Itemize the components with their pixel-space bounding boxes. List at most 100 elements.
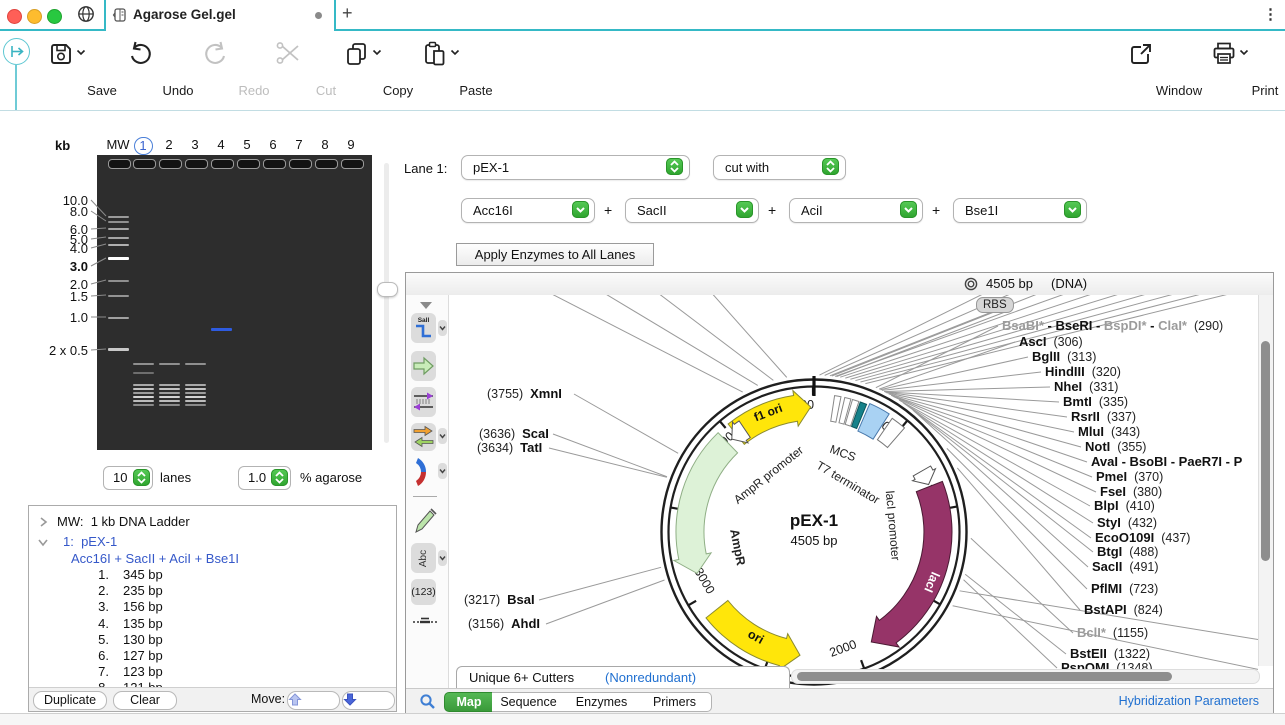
orf-tool-caret[interactable] <box>438 463 447 479</box>
gel-band[interactable] <box>133 404 154 406</box>
fragment-row[interactable]: 7.123 bp <box>87 664 163 679</box>
gel-band[interactable] <box>159 404 180 406</box>
zoom-window-button[interactable] <box>47 9 62 24</box>
undo-button[interactable]: Undo <box>102 39 178 103</box>
gel-image[interactable] <box>97 155 372 450</box>
gel-band[interactable] <box>133 392 154 394</box>
lane-header-3[interactable]: 3 <box>181 137 209 152</box>
gel-band[interactable] <box>159 392 180 394</box>
sample-dropdown-stepper[interactable] <box>666 158 683 175</box>
restriction-site-label[interactable]: AvaI - BsoBI - PaeR7I - P <box>1091 454 1242 469</box>
gel-band[interactable] <box>133 363 154 365</box>
chevron-down-icon[interactable] <box>38 538 48 547</box>
restriction-site-label[interactable]: (3217)BsaI <box>464 592 535 607</box>
lane-header-7[interactable]: 7 <box>285 137 313 152</box>
orf-tool-button[interactable] <box>411 455 436 489</box>
mw-row[interactable]: MW: 1 kb DNA Ladder <box>57 514 190 529</box>
enzyme-dropdown-1[interactable]: Acc16I <box>461 198 595 223</box>
restriction-site-label[interactable]: BclI*(1155) <box>1077 625 1148 640</box>
gel-band[interactable] <box>108 221 129 223</box>
lane-header-8[interactable]: 8 <box>311 137 339 152</box>
gel-band[interactable] <box>108 228 129 230</box>
gel-band[interactable] <box>108 317 129 319</box>
restriction-site-label[interactable]: FseI(380) <box>1100 484 1162 499</box>
gel-band-selected[interactable] <box>211 328 232 331</box>
gel-band[interactable] <box>133 400 154 402</box>
gel-band[interactable] <box>133 384 154 386</box>
copy-button[interactable]: Copy <box>322 39 398 103</box>
lane-header-6[interactable]: 6 <box>259 137 287 152</box>
gel-band[interactable] <box>108 257 129 260</box>
restriction-site-label[interactable]: BmtI(335) <box>1063 394 1128 409</box>
restriction-site-label[interactable]: BstEII(1322) <box>1070 646 1150 661</box>
save-button[interactable]: Save <box>26 39 102 103</box>
minimize-window-button[interactable] <box>27 9 42 24</box>
restriction-site-label[interactable]: (3634)TatI <box>477 440 542 455</box>
primers-tool-button[interactable] <box>411 387 436 417</box>
chevron-right-icon[interactable] <box>39 517 48 527</box>
tab-sequence[interactable]: Sequence <box>492 692 566 712</box>
gel-zoom-slider-track[interactable] <box>384 163 389 443</box>
duplicate-button[interactable]: Duplicate <box>33 691 107 710</box>
restriction-site-label[interactable]: StyI(432) <box>1097 515 1157 530</box>
gel-band[interactable] <box>159 384 180 386</box>
enzyme-dropdown-4[interactable]: Bse1I <box>953 198 1087 223</box>
clear-button[interactable]: Clear <box>113 691 177 710</box>
move-down-button[interactable] <box>342 691 395 710</box>
new-tab-button[interactable]: + <box>342 3 353 24</box>
fragment-row[interactable]: 3.156 bp <box>87 599 163 614</box>
tab-enzymes[interactable]: Enzymes <box>565 692 639 712</box>
feature-laci-promoter[interactable] <box>913 466 936 485</box>
agarose-spinner[interactable]: 1.0 <box>238 466 291 490</box>
restriction-site-label[interactable]: BglII(313) <box>1032 349 1096 364</box>
close-window-button[interactable] <box>7 9 22 24</box>
gel-band[interactable] <box>185 396 206 398</box>
gel-band[interactable] <box>185 392 206 394</box>
enzyme-dropdown-caret[interactable] <box>572 201 589 218</box>
feature-small-box[interactable] <box>831 396 841 423</box>
digest-row[interactable]: Acc16I + SacII + AciI + Bse1I <box>71 551 239 566</box>
rbs-feature-badge[interactable]: RBS <box>976 297 1014 313</box>
text-labels-tool-button[interactable]: Abc <box>411 543 436 573</box>
lanes-count-spinner[interactable]: 10 <box>103 466 153 490</box>
restriction-site-label[interactable]: AscI(306) <box>1019 334 1083 349</box>
fragment-row[interactable]: 5.130 bp <box>87 632 163 647</box>
gel-band[interactable] <box>185 363 206 365</box>
enzyme-dropdown-caret[interactable] <box>736 201 753 218</box>
gel-band[interactable] <box>108 280 129 282</box>
restriction-site-label[interactable]: HindIII(320) <box>1045 364 1121 379</box>
restriction-site-label[interactable]: (3156)AhdI <box>468 616 540 631</box>
restriction-site-label[interactable]: MluI(343) <box>1078 424 1140 439</box>
search-icon[interactable] <box>419 693 436 710</box>
dashed-lines-icon[interactable] <box>411 613 439 629</box>
hybridization-parameters-link[interactable]: Hybridization Parameters <box>1119 694 1259 708</box>
tab-agarose-gel[interactable]: Agarose Gel.gel <box>105 0 335 31</box>
lanes-stepper[interactable] <box>133 469 150 486</box>
gel-band[interactable] <box>133 372 154 374</box>
translations-tool-button[interactable] <box>411 423 436 451</box>
text-labels-caret[interactable] <box>438 550 447 566</box>
restriction-site-label[interactable]: SacII(491) <box>1092 559 1159 574</box>
agarose-stepper[interactable] <box>271 469 288 486</box>
gel-band[interactable] <box>159 363 180 365</box>
lane-header-selected[interactable]: 1 <box>129 137 157 155</box>
fragment-row[interactable]: 4.135 bp <box>87 616 163 631</box>
cutters-tab[interactable]: Unique 6+ Cutters (Nonredundant) <box>456 666 790 689</box>
restriction-site-label[interactable]: NheI(331) <box>1054 379 1118 394</box>
cut-with-dropdown[interactable]: cut with <box>713 155 846 180</box>
gel-band[interactable] <box>108 348 129 351</box>
gel-band[interactable] <box>133 388 154 390</box>
gel-band[interactable] <box>185 384 206 386</box>
gel-band[interactable] <box>108 244 129 246</box>
enzyme-dropdown-caret[interactable] <box>900 201 917 218</box>
gel-band[interactable] <box>159 396 180 398</box>
gel-band[interactable] <box>185 400 206 402</box>
lane-header-MW[interactable]: MW <box>104 137 132 152</box>
move-up-button[interactable] <box>287 691 340 710</box>
gel-band[interactable] <box>108 216 129 218</box>
lane-header-2[interactable]: 2 <box>155 137 183 152</box>
translations-tool-caret[interactable] <box>438 428 447 444</box>
vertical-scroll-thumb[interactable] <box>1261 341 1270 561</box>
gel-band[interactable] <box>159 388 180 390</box>
add-primer-tool-button[interactable] <box>411 503 439 537</box>
